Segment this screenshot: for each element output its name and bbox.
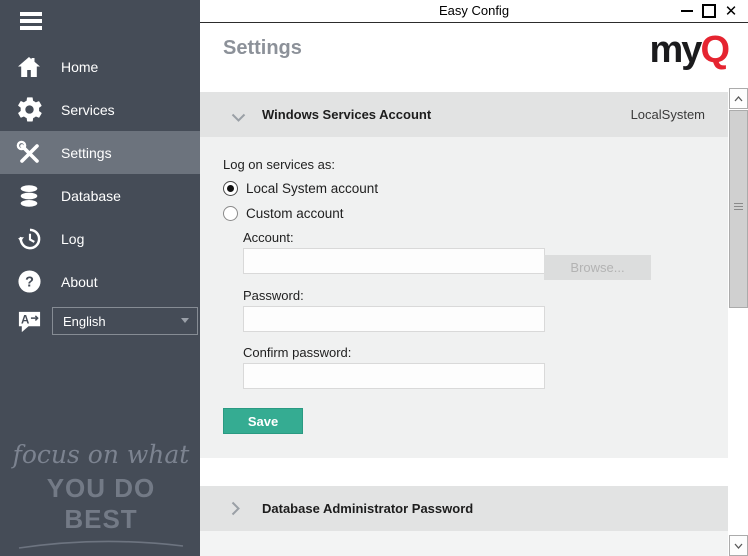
myq-logo: myQ xyxy=(650,29,728,72)
question-icon: ? xyxy=(15,269,43,294)
radio-label: Local System account xyxy=(246,181,378,196)
chevron-up-icon xyxy=(734,96,743,102)
chevron-down-icon xyxy=(181,318,189,323)
window-controls: ✕ xyxy=(676,0,742,22)
history-clock-icon xyxy=(15,226,43,251)
section-title: Windows Services Account xyxy=(262,92,431,137)
password-input[interactable] xyxy=(243,306,545,332)
sidebar-item-label: Services xyxy=(61,102,115,118)
gear-icon xyxy=(15,97,43,122)
svg-text:A: A xyxy=(21,314,30,326)
maximize-button[interactable] xyxy=(698,0,720,22)
easy-config-window: Home Services Settings xyxy=(0,0,748,556)
radio-unselected-icon xyxy=(223,206,238,221)
content-filler xyxy=(200,531,728,556)
sidebar-item-log[interactable]: Log xyxy=(0,217,200,260)
chevron-down-icon xyxy=(734,543,743,549)
scrollbar-grip-icon xyxy=(734,203,743,212)
sidebar-item-label: Home xyxy=(61,59,98,75)
browse-button[interactable]: Browse... xyxy=(544,255,651,280)
sidebar-item-settings[interactable]: Settings xyxy=(0,131,200,174)
radio-custom-account[interactable]: Custom account xyxy=(223,206,344,221)
translate-icon: A xyxy=(15,309,43,334)
window-title: Easy Config xyxy=(200,0,748,22)
brand-tagline: focus on what YOU DO BEST xyxy=(12,440,190,556)
tagline-line2: YOU DO BEST xyxy=(12,473,190,535)
section-database-admin-password[interactable]: Database Administrator Password xyxy=(200,486,728,531)
logon-label: Log on services as: xyxy=(223,157,335,172)
sidebar-item-label: About xyxy=(61,274,98,290)
tagline-arc xyxy=(16,537,186,551)
section-title: Database Administrator Password xyxy=(262,486,473,531)
minimize-button[interactable] xyxy=(676,0,698,22)
language-dropdown[interactable]: English xyxy=(52,307,198,335)
language-dropdown-value: English xyxy=(63,314,106,329)
section-windows-services-account[interactable]: Windows Services Account LocalSystem xyxy=(200,92,728,137)
account-input[interactable] xyxy=(243,248,545,274)
close-button[interactable]: ✕ xyxy=(720,0,742,22)
scroll-up-button[interactable] xyxy=(729,88,748,109)
confirm-password-input[interactable] xyxy=(243,363,545,389)
chevron-right-icon xyxy=(231,501,241,521)
tagline-line1: focus on what xyxy=(12,440,190,469)
database-icon xyxy=(15,184,43,208)
logo-text-dark: my xyxy=(650,29,701,71)
radio-label: Custom account xyxy=(246,206,344,221)
page-header: Settings myQ xyxy=(200,23,748,88)
logo-text-red: Q xyxy=(700,29,728,71)
close-icon: ✕ xyxy=(725,4,738,19)
sidebar-item-label: Settings xyxy=(61,145,112,161)
page-title: Settings xyxy=(223,37,302,60)
sidebar-item-services[interactable]: Services xyxy=(0,88,200,131)
title-bar: Easy Config ✕ xyxy=(200,0,748,23)
minimize-icon xyxy=(681,10,693,12)
hamburger-menu-icon[interactable] xyxy=(20,12,42,30)
save-button[interactable]: Save xyxy=(223,408,303,434)
sidebar-item-about[interactable]: ? About xyxy=(0,260,200,303)
password-label: Password: xyxy=(243,288,304,303)
radio-selected-icon xyxy=(223,181,238,196)
language-row: A English xyxy=(0,306,200,336)
sidebar: Home Services Settings xyxy=(0,0,200,556)
confirm-password-label: Confirm password: xyxy=(243,345,351,360)
radio-local-system[interactable]: Local System account xyxy=(223,181,378,196)
sidebar-item-label: Log xyxy=(61,231,84,247)
maximize-icon xyxy=(702,4,716,18)
services-account-form: Log on services as: Local System account… xyxy=(200,137,728,458)
sidebar-nav: Home Services Settings xyxy=(0,45,200,303)
sidebar-item-label: Database xyxy=(61,188,121,204)
account-label: Account: xyxy=(243,230,294,245)
scroll-down-button[interactable] xyxy=(729,535,748,556)
svg-text:?: ? xyxy=(25,275,34,291)
sidebar-item-database[interactable]: Database xyxy=(0,174,200,217)
home-icon xyxy=(15,54,43,80)
vertical-scrollbar[interactable] xyxy=(728,88,748,556)
sidebar-item-home[interactable]: Home xyxy=(0,45,200,88)
tools-icon xyxy=(15,140,43,166)
chevron-down-icon xyxy=(231,110,246,128)
scrollbar-thumb[interactable] xyxy=(729,110,748,308)
section-value: LocalSystem xyxy=(631,92,705,137)
